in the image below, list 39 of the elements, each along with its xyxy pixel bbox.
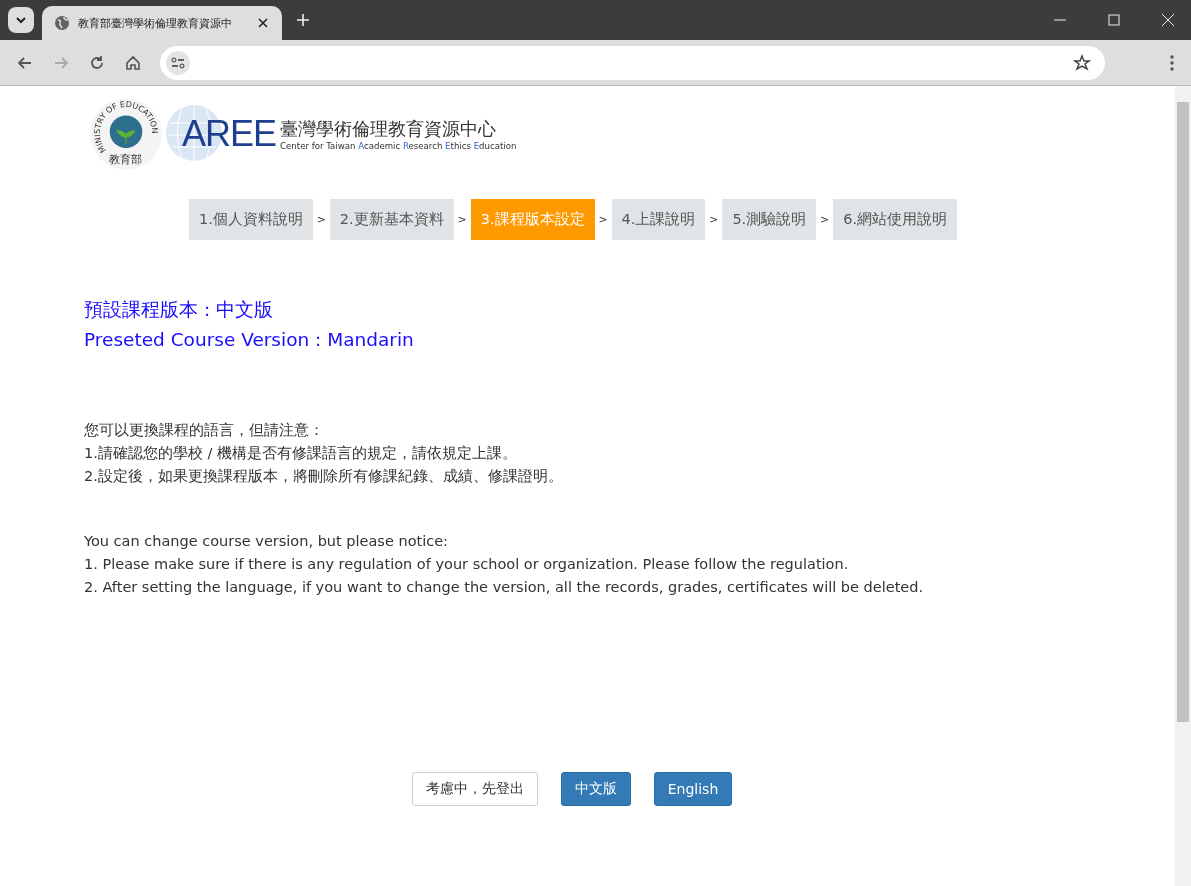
step-separator: > [819, 213, 831, 226]
star-icon[interactable] [1073, 53, 1091, 72]
step-separator: > [708, 213, 720, 226]
default-version-text: 預設課程版本 : 中文版 [84, 298, 274, 322]
logo-mark: AREE [182, 113, 277, 155]
home-icon[interactable] [124, 53, 142, 72]
logo-subtitle: Center for Taiwan Academic Research Ethics Education [280, 141, 517, 151]
notice-text: 1.請確認您的學校 / 機構是否有修課語言的規定，請依規定上課。 [84, 444, 518, 463]
reload-icon[interactable] [88, 53, 106, 72]
notice-text: 2. After setting the language, if you want to change the version, all the records, grades, certificates will be deleted. [84, 578, 925, 597]
step-tab[interactable]: 1.個人資料說明 [189, 199, 313, 240]
step-separator: > [315, 213, 327, 226]
globe-icon [54, 15, 70, 31]
logo-title: 臺灣學術倫理教育資源中心 [280, 117, 498, 141]
browser-tab[interactable]: 教育部臺灣學術倫理教育資源中 [42, 6, 282, 40]
step-separator: > [456, 213, 468, 226]
language-button[interactable]: 考慮中，先登出 [411, 772, 538, 806]
tab-search-button[interactable] [8, 7, 34, 33]
notice-text: You can change course version, but please notice: [84, 532, 449, 551]
notice-text: 2.設定後，如果更換課程版本，將刪除所有修課紀錄、成績、修課證明。 [84, 467, 564, 486]
maximize-icon[interactable] [1107, 13, 1121, 27]
language-button[interactable]: 中文版 [560, 772, 631, 806]
notice-text: 您可以更換課程的語言，但請注意： [84, 421, 325, 440]
tab-title: 教育部臺灣學術倫理教育資源中 [78, 15, 233, 31]
default-version-text: Preseted Course Version : Mandarin [84, 328, 415, 352]
scrollbar[interactable] [1175, 86, 1191, 886]
step-tab[interactable]: 5.測驗說明 [722, 199, 817, 240]
step-tab[interactable]: 2.更新基本資料 [329, 199, 454, 240]
site-settings-icon[interactable] [166, 50, 190, 75]
more-menu-icon[interactable] [1169, 53, 1175, 72]
step-separator: > [597, 213, 609, 226]
close-window-icon[interactable] [1161, 13, 1175, 27]
step-tab[interactable]: 6.網站使用說明 [833, 199, 958, 240]
language-button[interactable]: English [653, 772, 733, 806]
notice-text: 1. Please make sure if there is any regulation of your school or organization. Please follow the regulation. [84, 555, 850, 574]
close-icon[interactable] [256, 16, 270, 30]
new-tab-icon[interactable] [296, 13, 310, 27]
chevron-down-icon [15, 14, 27, 26]
step-tab[interactable]: 4.上課說明 [611, 199, 706, 240]
